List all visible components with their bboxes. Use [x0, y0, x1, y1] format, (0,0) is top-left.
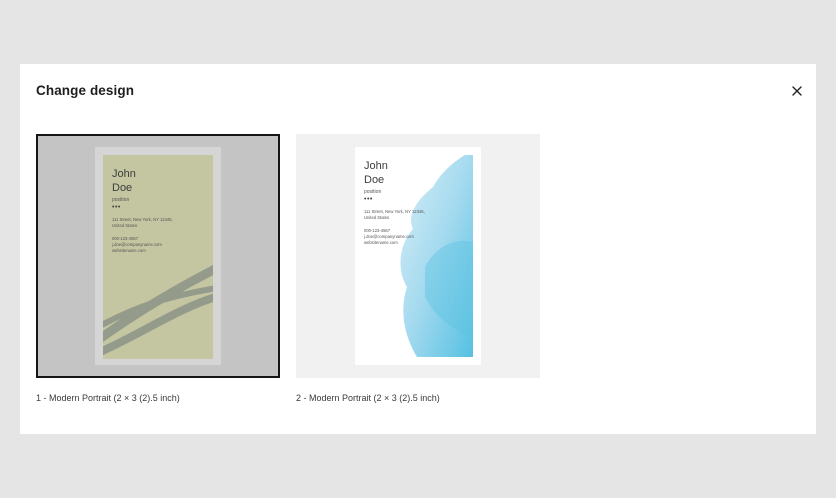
card-last-name: Doe	[112, 182, 133, 194]
card-position: position	[112, 197, 130, 203]
card-first-name: John	[364, 160, 388, 172]
card-website: websitename.com	[112, 248, 146, 253]
card-last-name: Doe	[364, 174, 385, 186]
card-address-line-2: United States	[112, 223, 138, 228]
card-contact: 000-123-4567 j.doe@companyname.com websi…	[112, 236, 162, 254]
card-contact: 000-123-4567 j.doe@companyname.com websi…	[364, 228, 414, 246]
card-first-name: John	[112, 168, 136, 180]
close-icon	[792, 86, 802, 96]
card-dots: •••	[112, 204, 121, 211]
design-option-1[interactable]: John Doe position ••• 111 Street, New Yo…	[36, 134, 280, 378]
card-address-line-2: United States	[364, 215, 390, 220]
change-design-dialog: Change design John Doe position ••• 111 …	[20, 64, 816, 434]
close-button[interactable]	[787, 81, 807, 101]
card-address: 111 Street, New York, NY 12345, United S…	[112, 217, 173, 229]
card-name: John Doe	[364, 159, 388, 187]
card-dots: •••	[364, 196, 373, 203]
card-preview: John Doe position ••• 111 Street, New Yo…	[355, 147, 481, 365]
design-caption-1: 1 - Modern Portrait (2 × 3 (2).5 inch)	[36, 393, 180, 403]
card-website: websitename.com	[364, 240, 398, 245]
card-preview: John Doe position ••• 111 Street, New Yo…	[103, 155, 213, 359]
design-option-2[interactable]: John Doe position ••• 111 Street, New Yo…	[296, 134, 540, 378]
card-address: 111 Street, New York, NY 12345, United S…	[364, 209, 425, 221]
design-caption-2: 2 - Modern Portrait (2 × 3 (2).5 inch)	[296, 393, 440, 403]
card-position: position	[364, 189, 382, 195]
dialog-title: Change design	[36, 83, 135, 98]
card-name: John Doe	[112, 167, 136, 195]
